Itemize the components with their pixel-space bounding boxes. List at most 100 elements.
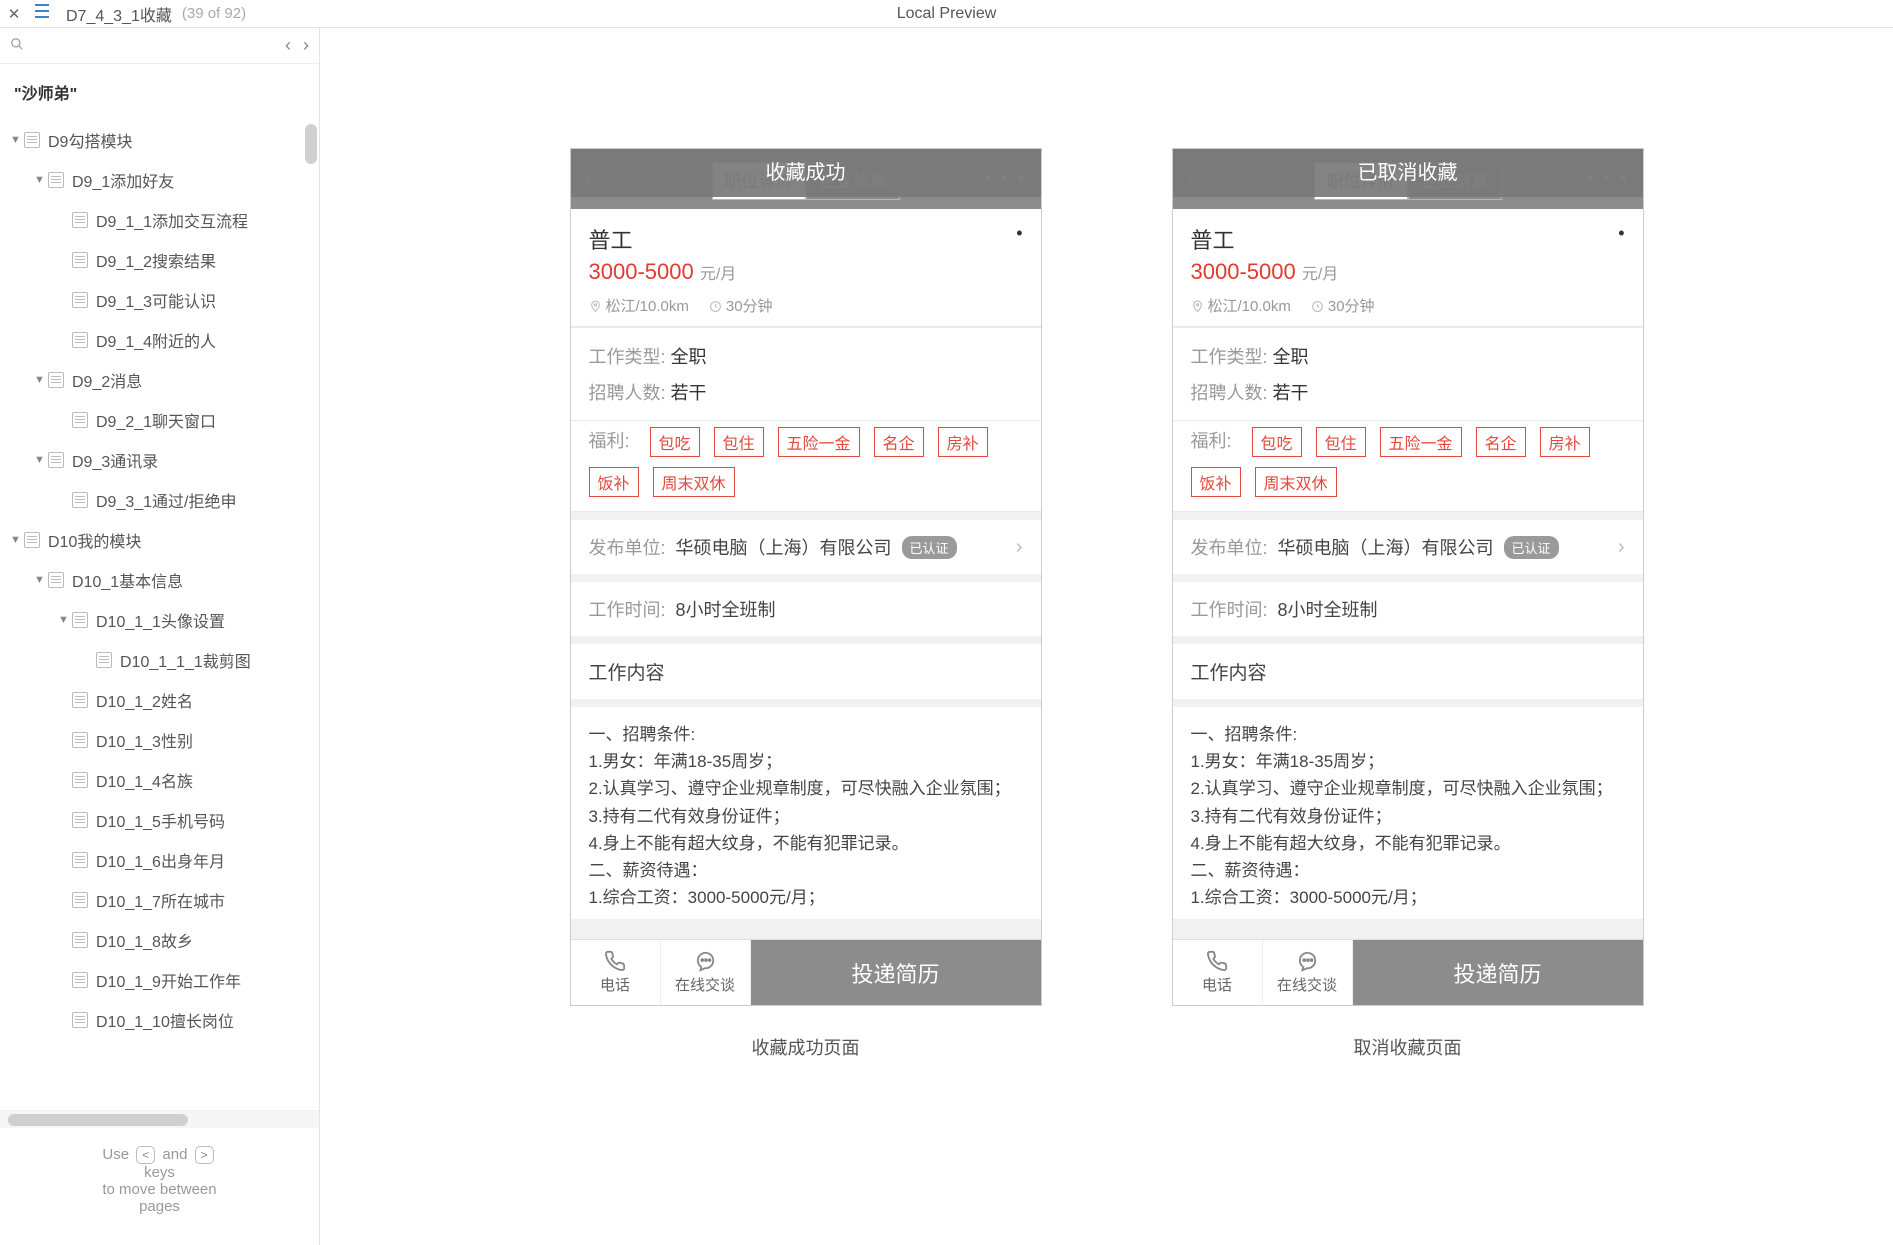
tree-item-label: D10_1基本信息 bbox=[72, 568, 183, 592]
toast-success: 收藏成功 bbox=[571, 149, 1041, 197]
tree-item[interactable]: D10_1_6出身年月 bbox=[0, 840, 319, 880]
scrollbar-thumb[interactable] bbox=[305, 124, 317, 164]
location-meta: 松江/10.0km bbox=[589, 295, 689, 316]
tree-item[interactable]: D9_1_2搜索结果 bbox=[0, 240, 319, 280]
tree-item[interactable]: D9_2_1聊天窗口 bbox=[0, 400, 319, 440]
page-icon bbox=[72, 812, 88, 828]
chevron-right-icon: › bbox=[1618, 536, 1625, 559]
tree-item[interactable]: D10_1_10擅长岗位 bbox=[0, 1000, 319, 1040]
tree-item[interactable]: D10_1_8故乡 bbox=[0, 920, 319, 960]
tree-item-label: D9_1_4附近的人 bbox=[96, 328, 216, 352]
tree-item[interactable]: ▼D10我的模块 bbox=[0, 520, 319, 560]
verified-badge: 已认证 bbox=[902, 536, 957, 559]
phone-mock-cancel: 已取消收藏 ‹ 职位详情 企业信息 • • • 普工 • 3000-5000 元… bbox=[1172, 148, 1644, 1006]
job-menu-icon[interactable]: • bbox=[1618, 223, 1624, 244]
page-icon bbox=[72, 892, 88, 908]
worktime-row: 工作时间: 8小时全班制 bbox=[571, 574, 1041, 636]
job-menu-icon[interactable]: • bbox=[1016, 223, 1022, 244]
tree-item[interactable]: ▼D9勾搭模块 bbox=[0, 120, 319, 160]
job-salary: 3000-5000 元/月 bbox=[1191, 259, 1625, 285]
tree-item[interactable]: D10_1_7所在城市 bbox=[0, 880, 319, 920]
page-icon bbox=[72, 972, 88, 988]
tree-item-label: D9_1_2搜索结果 bbox=[96, 248, 216, 272]
page-icon bbox=[48, 572, 64, 588]
close-button[interactable]: ✕ bbox=[0, 5, 28, 23]
content-heading: 工作内容 bbox=[571, 636, 1041, 699]
tree-item[interactable]: D10_1_4名族 bbox=[0, 760, 319, 800]
page-icon bbox=[48, 172, 64, 188]
tree-item-label: D9_2_1聊天窗口 bbox=[96, 408, 216, 432]
publisher-row[interactable]: 发布单位: 华硕电脑（上海）有限公司 已认证 › bbox=[571, 512, 1041, 574]
tree-item-label: D10_1_9开始工作年 bbox=[96, 968, 241, 992]
tree-item[interactable]: ▼D10_1_1头像设置 bbox=[0, 600, 319, 640]
job-salary: 3000-5000 元/月 bbox=[589, 259, 1023, 285]
tree-item-label: D10我的模块 bbox=[48, 528, 141, 552]
next-page-button[interactable]: › bbox=[303, 35, 309, 56]
chat-button[interactable]: 在线交谈 bbox=[1263, 940, 1353, 1005]
tree-item[interactable]: ▼D9_2消息 bbox=[0, 360, 319, 400]
page-icon bbox=[72, 1012, 88, 1028]
page-icon bbox=[48, 372, 64, 388]
benefits-row: 福利: 包吃 包住 五险一金 名企 房补 饭补 周末双休 bbox=[1173, 421, 1643, 512]
submit-resume-button[interactable]: 投递简历 bbox=[751, 940, 1041, 1005]
tree-item-label: D9_2消息 bbox=[72, 368, 142, 392]
page-title: D7_4_3_1收藏 bbox=[56, 2, 172, 26]
page-icon bbox=[72, 332, 88, 348]
tree-item[interactable]: ▼D9_3通讯录 bbox=[0, 440, 319, 480]
tree-item[interactable]: D9_1_4附近的人 bbox=[0, 320, 319, 360]
phone-button[interactable]: 电话 bbox=[1173, 940, 1263, 1005]
tree-item[interactable]: D10_1_9开始工作年 bbox=[0, 960, 319, 1000]
tree-item-label: D9_3_1通过/拒绝申 bbox=[96, 488, 237, 512]
tree-item-label: D10_1_5手机号码 bbox=[96, 808, 225, 832]
work-type-row: 工作类型: 全职 bbox=[589, 338, 1023, 374]
submit-resume-button[interactable]: 投递简历 bbox=[1353, 940, 1643, 1005]
tree-item[interactable]: D9_1_3可能认识 bbox=[0, 280, 319, 320]
page-icon bbox=[96, 652, 112, 668]
page-icon bbox=[48, 452, 64, 468]
tree-item[interactable]: D10_1_1_1裁剪图 bbox=[0, 640, 319, 680]
tree-item-label: D9勾搭模块 bbox=[48, 128, 132, 152]
horizontal-scrollbar[interactable] bbox=[0, 1110, 319, 1128]
tree-item-label: D10_1_7所在城市 bbox=[96, 888, 225, 912]
tree-item[interactable]: ▼D9_1添加好友 bbox=[0, 160, 319, 200]
publisher-row[interactable]: 发布单位: 华硕电脑（上海）有限公司 已认证 › bbox=[1173, 512, 1643, 574]
page-icon bbox=[24, 532, 40, 548]
content-body: 一、招聘条件: 1.男女：年满18-35周岁； 2.认真学习、遵守企业规章制度，… bbox=[1173, 699, 1643, 919]
keyboard-hint: Use < and > keys to move between pages bbox=[0, 1128, 319, 1245]
page-icon bbox=[72, 252, 88, 268]
location-meta: 松江/10.0km bbox=[1191, 295, 1291, 316]
time-meta: 30分钟 bbox=[709, 295, 773, 316]
tree-item[interactable]: ▼D10_1基本信息 bbox=[0, 560, 319, 600]
tree-item-label: D9_1_3可能认识 bbox=[96, 288, 216, 312]
prev-page-button[interactable]: ‹ bbox=[285, 35, 291, 56]
content-heading: 工作内容 bbox=[1173, 636, 1643, 699]
tree-item-label: D10_1_1头像设置 bbox=[96, 608, 225, 632]
search-icon[interactable] bbox=[10, 37, 24, 54]
sidebar: ‹ › "沙师弟" ▼D9勾搭模块▼D9_1添加好友D9_1_1添加交互流程D9… bbox=[0, 28, 320, 1245]
phone-button[interactable]: 电话 bbox=[571, 940, 661, 1005]
tree-item-label: D10_1_2姓名 bbox=[96, 688, 193, 712]
tree-item[interactable]: D9_1_1添加交互流程 bbox=[0, 200, 319, 240]
page-icon bbox=[24, 132, 40, 148]
chat-button[interactable]: 在线交谈 bbox=[661, 940, 751, 1005]
verified-badge: 已认证 bbox=[1504, 536, 1559, 559]
job-title: 普工 bbox=[1191, 223, 1625, 255]
work-type-row: 工作类型: 全职 bbox=[1191, 338, 1625, 374]
tree-item-label: D10_1_8故乡 bbox=[96, 928, 193, 952]
hire-count-row: 招聘人数: 若干 bbox=[1191, 374, 1625, 410]
page-icon bbox=[72, 612, 88, 628]
tree-item[interactable]: D10_1_5手机号码 bbox=[0, 800, 319, 840]
chevron-right-icon: › bbox=[1016, 536, 1023, 559]
page-count: (39 of 92) bbox=[172, 5, 246, 22]
preview-label: Local Preview bbox=[897, 5, 997, 23]
tree-item-label: D10_1_3性别 bbox=[96, 728, 193, 752]
time-meta: 30分钟 bbox=[1311, 295, 1375, 316]
page-icon bbox=[72, 292, 88, 308]
hire-count-row: 招聘人数: 若干 bbox=[589, 374, 1023, 410]
tree-item[interactable]: D9_3_1通过/拒绝申 bbox=[0, 480, 319, 520]
tree-item[interactable]: D10_1_2姓名 bbox=[0, 680, 319, 720]
menu-icon[interactable] bbox=[28, 4, 56, 23]
preview-canvas: 收藏成功 ‹ 职位详情 企业信息 • • • 普工 • 3000-5000 元/… bbox=[320, 28, 1893, 1245]
page-icon bbox=[72, 492, 88, 508]
tree-item[interactable]: D10_1_3性别 bbox=[0, 720, 319, 760]
